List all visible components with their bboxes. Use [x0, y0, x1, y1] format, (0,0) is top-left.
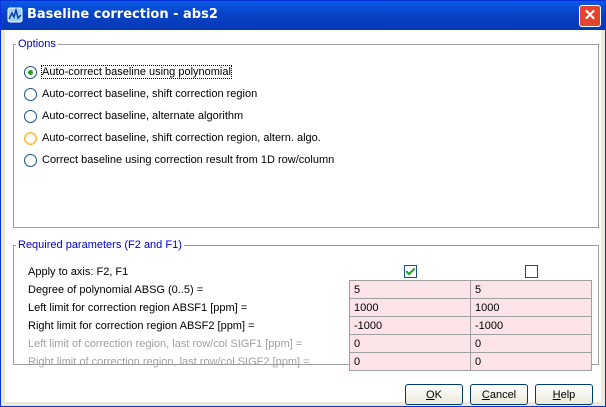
parameters-table: Apply to axis: F2, F1 Degree of polynomi… [24, 263, 592, 371]
required-parameters-legend: Required parameters (F2 and F1) [18, 239, 182, 251]
title-bar[interactable]: Baseline correction - abs2 ✕ [1, 1, 605, 30]
sigf1-f1-field[interactable]: 0 [470, 334, 592, 353]
required-parameters-group: Required parameters (F2 and F1) Apply to… [13, 239, 599, 371]
param-label-disabled: Left limit of correction region, last ro… [28, 337, 303, 350]
apply-f2-checkbox[interactable] [403, 265, 417, 278]
dialog-content: Options Auto-correct baseline using poly… [5, 30, 601, 405]
table-row: Degree of polynomial ABSG (0..5) = 5 5 [24, 280, 592, 299]
table-row: Right limit for correction region ABSF2 … [24, 316, 592, 335]
option-alternate-algorithm[interactable]: Auto-correct baseline, alternate algorit… [24, 108, 243, 124]
radio-selected-icon[interactable] [24, 65, 37, 79]
absf2-f2-field[interactable]: -1000 [349, 316, 471, 335]
options-group: Options Auto-correct baseline using poly… [13, 38, 599, 228]
help-label: elp [560, 389, 576, 401]
apply-axis-label: Apply to axis: F2, F1 [28, 265, 129, 278]
param-label: Left limit for correction region ABSF1 [… [28, 301, 248, 314]
option-label: Auto-correct baseline, alternate algorit… [42, 110, 244, 122]
absg-f2-field[interactable]: 5 [349, 280, 471, 299]
param-label: Right limit for correction region ABSF2 … [28, 319, 255, 332]
absf1-f1-field[interactable]: 1000 [470, 298, 592, 317]
baseline-correction-dialog: Baseline correction - abs2 ✕ Options Aut… [0, 0, 606, 407]
option-label: Auto-correct baseline, shift correction … [42, 132, 321, 144]
apply-f2-cell [350, 263, 471, 281]
absf1-f2-field[interactable]: 1000 [349, 298, 471, 317]
table-row: Apply to axis: F2, F1 [24, 263, 592, 281]
param-label-disabled: Right limit of correction region, last r… [28, 355, 310, 368]
apply-f1-checkbox[interactable] [524, 265, 538, 278]
close-button[interactable]: ✕ [579, 5, 601, 27]
ok-button[interactable]: OK [405, 384, 463, 405]
table-row: Left limit for correction region ABSF1 [… [24, 298, 592, 317]
help-mnemonic: H [552, 389, 561, 401]
option-label: Auto-correct baseline using polynomial [41, 65, 232, 79]
ok-mnemonic: O [426, 389, 435, 401]
ok-label: K [434, 389, 442, 401]
app-icon [7, 7, 23, 23]
option-label: Correct baseline using correction result… [42, 154, 335, 166]
table-row: Left limit of correction region, last ro… [24, 334, 592, 353]
absf2-f1-field[interactable]: -1000 [470, 316, 592, 335]
table-row: Right limit of correction region, last r… [24, 352, 592, 371]
radio-icon[interactable] [24, 109, 37, 123]
param-label: Degree of polynomial ABSG (0..5) = [28, 283, 204, 296]
cancel-button[interactable]: Cancel [470, 384, 528, 405]
cancel-label: ancel [489, 389, 517, 401]
option-shift-region[interactable]: Auto-correct baseline, shift correction … [24, 86, 257, 102]
option-shift-alternate[interactable]: Auto-correct baseline, shift correction … [24, 130, 321, 146]
help-button[interactable]: Help [535, 384, 593, 405]
radio-hover-icon[interactable] [24, 131, 37, 145]
options-legend: Options [18, 38, 56, 50]
radio-icon[interactable] [24, 153, 37, 167]
option-polynomial[interactable]: Auto-correct baseline using polynomial [24, 64, 232, 80]
sigf1-f2-field[interactable]: 0 [349, 334, 471, 353]
absg-f1-field[interactable]: 5 [470, 280, 592, 299]
apply-f1-cell [471, 263, 592, 281]
option-correct-from-1d[interactable]: Correct baseline using correction result… [24, 152, 334, 168]
sigf2-f1-field[interactable]: 0 [470, 352, 592, 371]
radio-icon[interactable] [24, 87, 37, 101]
sigf2-f2-field[interactable]: 0 [349, 352, 471, 371]
window-title: Baseline correction - abs2 [27, 7, 218, 22]
cancel-mnemonic: C [481, 389, 490, 401]
close-icon: ✕ [583, 7, 597, 24]
option-label: Auto-correct baseline, shift correction … [42, 88, 258, 100]
